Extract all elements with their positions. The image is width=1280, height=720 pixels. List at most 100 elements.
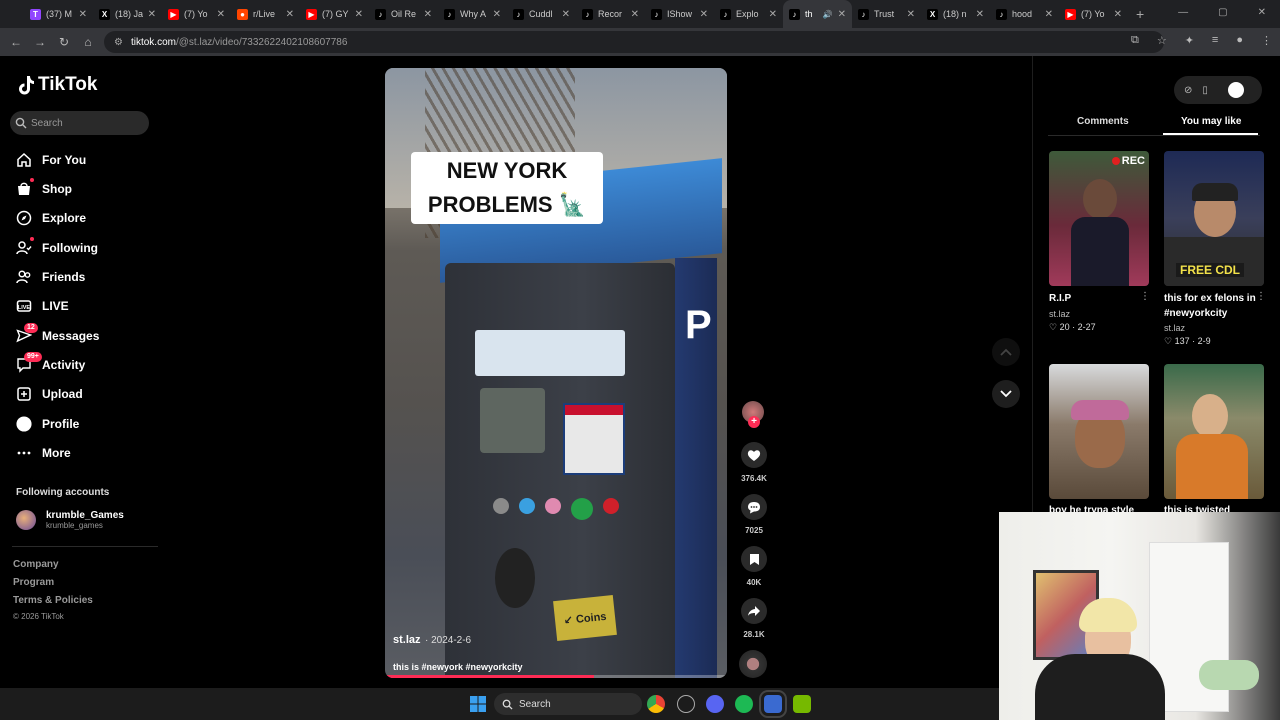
card-author-2[interactable]: st.laz xyxy=(1164,323,1185,333)
browser-tab[interactable]: T (37) M ✕ xyxy=(24,0,93,28)
footer-link-company[interactable]: Company xyxy=(13,559,59,570)
browser-tab[interactable]: ♪ th 🔊 ✕ xyxy=(783,0,852,28)
browser-tab[interactable]: X (18) n ✕ xyxy=(921,0,990,28)
close-tab-icon[interactable]: ✕ xyxy=(1045,9,1053,20)
browser-tab[interactable]: ♪ Oil Re ✕ xyxy=(369,0,438,28)
previous-video-button[interactable] xyxy=(992,338,1020,366)
like-button[interactable] xyxy=(741,442,767,468)
chrome-taskbar-icon[interactable] xyxy=(647,695,665,713)
close-tab-icon[interactable]: ✕ xyxy=(355,9,363,20)
taskbar-search[interactable]: Search xyxy=(494,693,642,715)
theme-toggle-knob[interactable] xyxy=(1227,82,1244,98)
music-disc-icon[interactable] xyxy=(739,650,767,678)
browser-tab[interactable]: ♪ Why A ✕ xyxy=(438,0,507,28)
install-app-icon[interactable]: ⧉ xyxy=(1131,34,1139,47)
search-input[interactable]: Search xyxy=(10,111,149,135)
footer-link-program[interactable]: Program xyxy=(13,577,54,588)
extensions-icon[interactable]: ✦ xyxy=(1185,34,1194,47)
browser-tab[interactable]: ♪ hood ✕ xyxy=(990,0,1059,28)
recommended-thumb-1[interactable]: REC xyxy=(1049,151,1149,286)
close-tab-icon[interactable]: ✕ xyxy=(286,9,294,20)
discord-taskbar-icon[interactable] xyxy=(706,695,724,713)
spotify-taskbar-icon[interactable] xyxy=(735,695,753,713)
media-controls-icon[interactable]: ≡ xyxy=(1212,34,1218,47)
video-author[interactable]: st.laz xyxy=(393,634,421,646)
sidebar-item-friends[interactable]: Friends xyxy=(16,269,85,285)
video-player[interactable]: P ↙ Coins NEW YORK PROBLEMS 🗽 st.laz · 2… xyxy=(385,68,727,678)
sidebar-item-profile[interactable]: Profile xyxy=(16,416,79,432)
close-tab-icon[interactable]: ✕ xyxy=(838,9,846,20)
close-tab-icon[interactable]: ✕ xyxy=(631,9,639,20)
following-account-item[interactable]: krumble_Games krumble_games xyxy=(16,510,124,530)
sidebar-item-upload[interactable]: Upload xyxy=(16,386,83,402)
nvidia-taskbar-icon[interactable] xyxy=(793,695,811,713)
save-button[interactable] xyxy=(741,546,767,572)
sidebar-item-explore[interactable]: Explore xyxy=(16,210,86,226)
close-tab-icon[interactable]: ✕ xyxy=(1114,9,1122,20)
close-tab-icon[interactable]: ✕ xyxy=(562,9,570,20)
video-progress-bar[interactable] xyxy=(385,675,727,678)
settings-taskbar-icon[interactable] xyxy=(677,695,695,713)
recommended-thumb-4[interactable] xyxy=(1164,364,1264,499)
sidebar-item-shop[interactable]: Shop xyxy=(16,178,72,197)
browser-tab[interactable]: ♪ Recor ✕ xyxy=(576,0,645,28)
maximize-icon[interactable]: ▢ xyxy=(1218,7,1227,18)
site-info-icon[interactable]: ⚙ xyxy=(114,37,123,48)
share-button[interactable] xyxy=(741,598,767,624)
active-app-taskbar-icon[interactable] xyxy=(759,690,787,718)
browser-tab[interactable]: ● r/Live ✕ xyxy=(231,0,300,28)
phone-toggle-icon[interactable]: ▯ xyxy=(1202,85,1208,96)
close-tab-icon[interactable]: ✕ xyxy=(907,9,915,20)
url-field[interactable]: ⚙ tiktok.com/@st.laz/video/7332622402108… xyxy=(104,31,1164,53)
recommended-thumb-3[interactable] xyxy=(1049,364,1149,499)
footer-link-terms[interactable]: Terms & Policies xyxy=(13,595,93,606)
sidebar-item-live[interactable]: LIVE LIVE xyxy=(16,298,69,314)
close-tab-icon[interactable]: ✕ xyxy=(769,9,777,20)
tab-comments[interactable]: Comments xyxy=(1077,116,1129,127)
card-more-icon-2[interactable]: ⋮ xyxy=(1256,291,1266,302)
close-tab-icon[interactable]: ✕ xyxy=(79,9,87,20)
browser-tab[interactable]: ▶ (7) Yo ✕ xyxy=(1059,0,1128,28)
minimize-icon[interactable]: — xyxy=(1178,7,1188,18)
card-author-1[interactable]: st.laz xyxy=(1049,309,1070,319)
follow-plus-button[interactable]: + xyxy=(748,416,760,428)
close-tab-icon[interactable]: ✕ xyxy=(424,9,432,20)
browser-tab[interactable]: ▶ (7) Yo ✕ xyxy=(162,0,231,28)
sidebar-item-following[interactable]: Following xyxy=(16,237,98,256)
windows-start-icon[interactable] xyxy=(469,695,487,713)
card-title-1[interactable]: R.I.P xyxy=(1049,291,1139,306)
close-tab-icon[interactable]: ✕ xyxy=(148,9,156,20)
close-window-icon[interactable]: ✕ xyxy=(1258,7,1266,18)
sidebar-item-messages[interactable]: 12 Messages xyxy=(16,323,99,344)
card-more-icon-1[interactable]: ⋮ xyxy=(1140,291,1150,302)
back-icon[interactable]: ← xyxy=(4,35,28,49)
close-tab-icon[interactable]: ✕ xyxy=(217,9,225,20)
browser-tab[interactable]: ♪ Explo ✕ xyxy=(714,0,783,28)
browser-tab[interactable]: ▶ (7) GY ✕ xyxy=(300,0,369,28)
video-description[interactable]: this is #newyork #newyorkcity xyxy=(393,662,713,672)
comment-button[interactable] xyxy=(741,494,767,520)
sidebar-item-activity[interactable]: 99+ Activity xyxy=(16,352,85,373)
sidebar-item-for-you[interactable]: For You xyxy=(16,152,86,168)
sidebar-item-more[interactable]: More xyxy=(16,445,71,461)
audio-playing-icon[interactable]: 🔊 xyxy=(823,10,833,19)
bookmark-star-icon[interactable]: ☆ xyxy=(1157,34,1167,47)
close-tab-icon[interactable]: ✕ xyxy=(700,9,708,20)
close-tab-icon[interactable]: ✕ xyxy=(493,9,501,20)
browser-tab[interactable]: ♪ IShow ✕ xyxy=(645,0,714,28)
tab-you-may-like[interactable]: You may like xyxy=(1181,116,1241,127)
forward-icon[interactable]: → xyxy=(28,35,52,49)
card-title-2[interactable]: this for ex felons in #newyorkcity xyxy=(1164,291,1260,321)
next-video-button[interactable] xyxy=(992,380,1020,408)
profile-avatar-icon[interactable]: ● xyxy=(1236,34,1243,47)
home-icon[interactable]: ⌂ xyxy=(76,35,100,49)
close-tab-icon[interactable]: ✕ xyxy=(976,9,984,20)
compass-toggle-icon[interactable]: ⊘ xyxy=(1184,85,1192,96)
tiktok-logo[interactable]: TikTok xyxy=(16,74,97,96)
browser-tab[interactable]: ♪ Trust ✕ xyxy=(852,0,921,28)
recommended-thumb-2[interactable]: FREE CDL xyxy=(1164,151,1264,286)
browser-tab[interactable]: ♪ Cuddl ✕ xyxy=(507,0,576,28)
new-tab-button[interactable]: + xyxy=(1136,6,1144,22)
browser-tab[interactable]: X (18) Ja ✕ xyxy=(93,0,162,28)
reload-icon[interactable]: ↻ xyxy=(52,35,76,49)
